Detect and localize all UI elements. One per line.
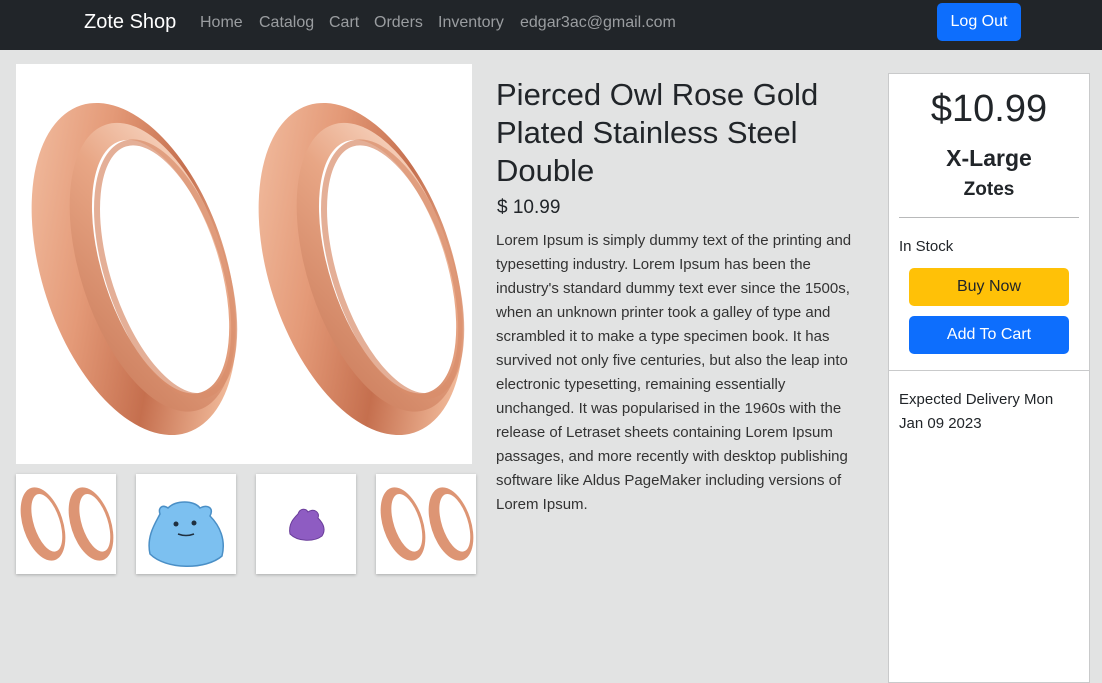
nav-user-email[interactable]: edgar3ac@gmail.com: [520, 14, 676, 32]
logout-button[interactable]: Log Out: [937, 3, 1021, 41]
thumbnail-2[interactable]: [136, 474, 236, 574]
nav-inventory[interactable]: Inventory: [438, 14, 504, 32]
expected-delivery: Expected Delivery Mon Jan 09 2023: [899, 391, 1054, 432]
add-to-cart-button[interactable]: Add To Cart: [909, 316, 1069, 354]
brand-logo[interactable]: Zote Shop: [84, 11, 176, 34]
nav-cart[interactable]: Cart: [329, 14, 359, 32]
nav-home[interactable]: Home: [200, 14, 243, 32]
product-description: Lorem Ipsum is simply dummy text of the …: [496, 232, 852, 513]
rose-gold-tunnels-thumb: [380, 487, 474, 561]
stock-status: In Stock: [899, 238, 954, 255]
divider: [899, 217, 1079, 218]
buy-now-button[interactable]: Buy Now: [909, 268, 1069, 306]
thumbnail-3[interactable]: [256, 474, 356, 574]
purchase-card: $10.99 X-Large Zotes In Stock Buy Now Ad…: [888, 73, 1090, 683]
purple-ditto-thumb: [289, 508, 325, 541]
size-label: X-Large: [946, 145, 1032, 171]
blue-ditto-thumb: [148, 501, 224, 567]
product-title: Pierced Owl Rose Gold Plated Stainless S…: [496, 77, 819, 188]
rose-gold-tunnels-image: [31, 102, 465, 436]
product-main-image: [16, 64, 472, 464]
unit-label: Zotes: [963, 179, 1015, 200]
nav-orders[interactable]: Orders: [374, 14, 423, 32]
product-price: $ 10.99: [497, 197, 561, 218]
divider: [889, 370, 1089, 371]
nav-catalog[interactable]: Catalog: [259, 14, 314, 32]
thumbnail-1[interactable]: [16, 474, 116, 574]
thumbnail-4[interactable]: [376, 474, 476, 574]
rose-gold-tunnels-thumb: [20, 487, 114, 561]
card-price: $10.99: [930, 88, 1048, 130]
navbar: Zote Shop Home Catalog Cart Orders Inven…: [0, 0, 1102, 50]
